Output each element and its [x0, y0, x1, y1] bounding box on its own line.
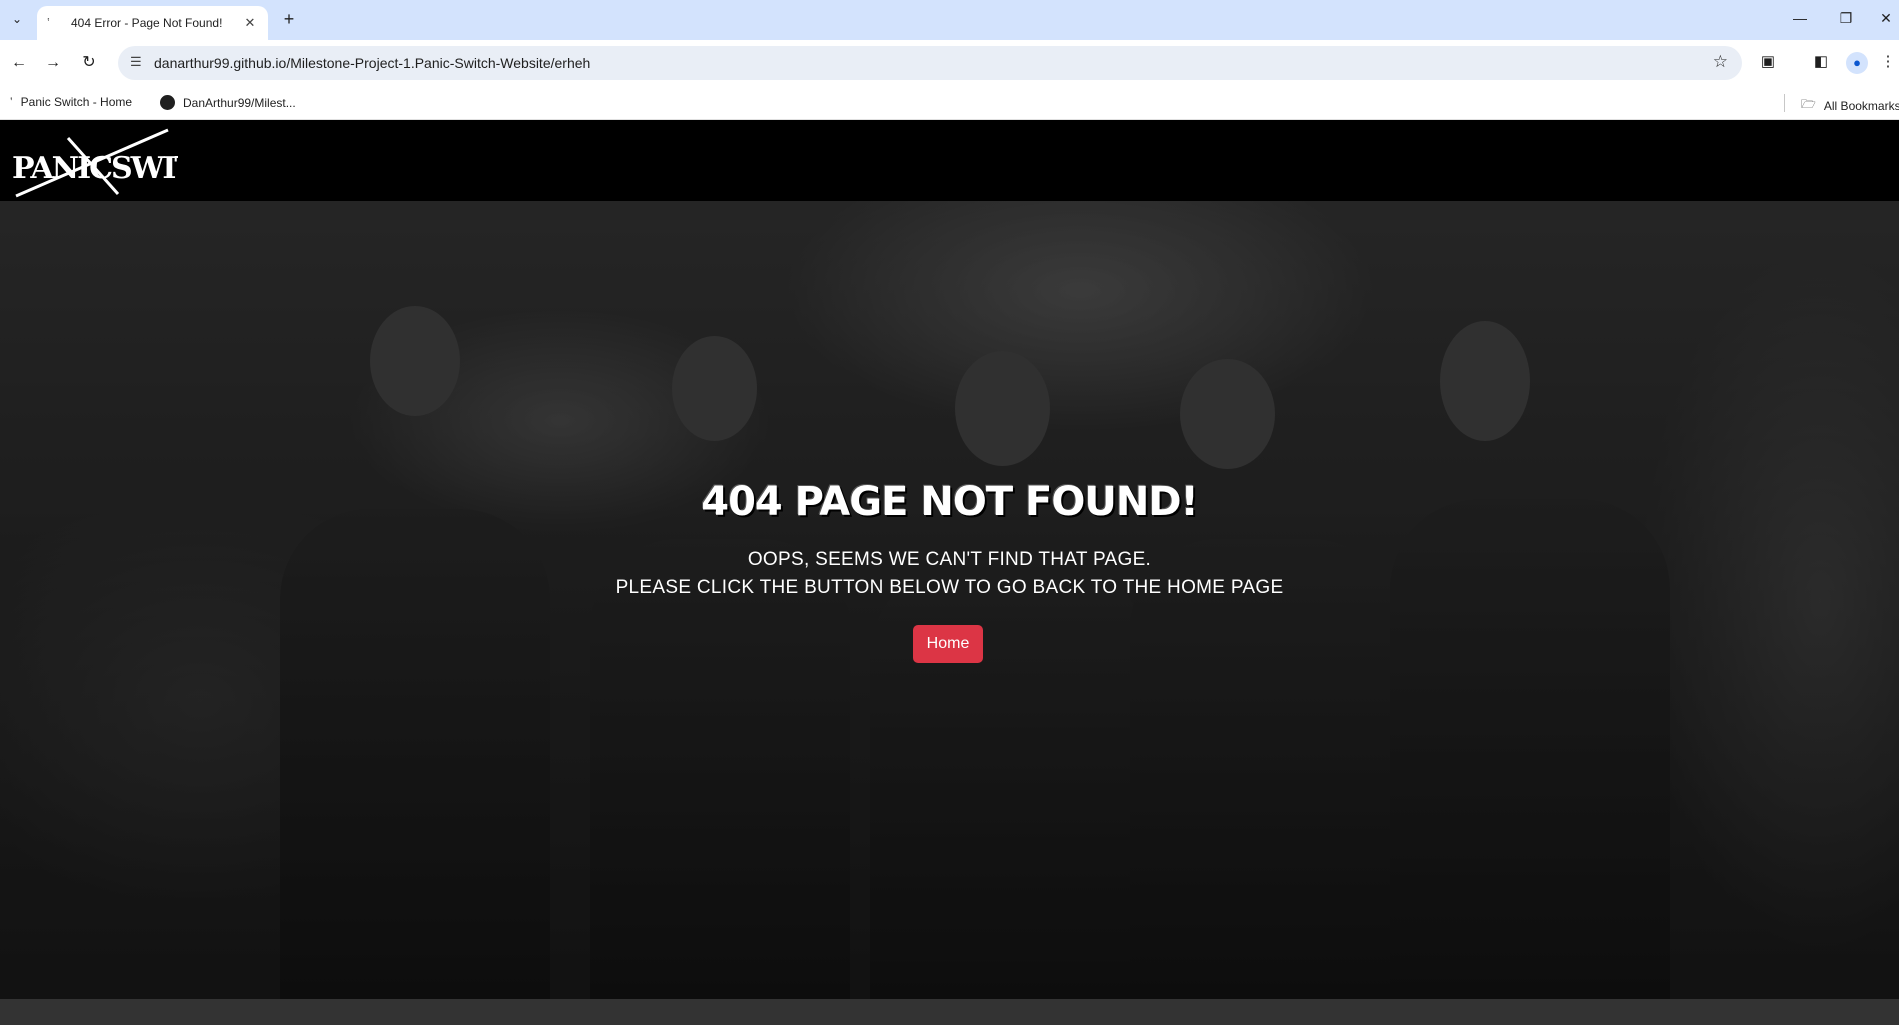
restore-icon[interactable]: ❐: [1836, 10, 1856, 27]
address-bar[interactable]: ☰ danarthur99.github.io/Milestone-Projec…: [118, 46, 1742, 80]
forward-icon[interactable]: →: [42, 52, 64, 74]
error-title: 404 PAGE NOT FOUND!: [701, 479, 1199, 525]
footer-strip: [0, 999, 1899, 1025]
profile-avatar-icon[interactable]: ●: [1846, 52, 1868, 74]
browser-tabstrip: ⌄ ‛ 404 Error - Page Not Found! ✕ + — ❐ …: [0, 0, 1899, 40]
browser-tab[interactable]: ‛ 404 Error - Page Not Found! ✕: [37, 6, 268, 40]
bookmarks-divider: [1784, 94, 1785, 112]
github-icon: [160, 95, 175, 110]
tab-title: 404 Error - Page Not Found!: [71, 16, 223, 30]
bookmark-panic-switch[interactable]: ‛ Panic Switch - Home: [10, 95, 132, 109]
minimize-icon[interactable]: —: [1790, 10, 1810, 26]
new-tab-icon[interactable]: +: [278, 8, 300, 30]
error-message-line-1: OOPS, SEEMS WE CAN'T FIND THAT PAGE.: [747, 549, 1152, 570]
url-text: danarthur99.github.io/Milestone-Project-…: [154, 55, 591, 71]
panic-switch-favicon-icon: ‛: [10, 95, 13, 109]
menu-kebab-icon[interactable]: ⋮: [1877, 52, 1899, 70]
reload-icon[interactable]: ↻: [78, 52, 100, 74]
logo-text: PANICSWITCH: [12, 151, 178, 186]
all-bookmarks[interactable]: 🗁 All Bookmarks: [1801, 95, 1899, 116]
hero-section: 404 PAGE NOT FOUND! OOPS, SEEMS WE CAN'T…: [0, 201, 1899, 999]
bookmark-label: Panic Switch - Home: [20, 95, 133, 109]
tab-favicon-icon: ‛: [47, 15, 50, 30]
back-icon[interactable]: ←: [8, 52, 30, 74]
tab-close-icon[interactable]: ✕: [242, 15, 258, 31]
extensions-icon[interactable]: ▣: [1757, 52, 1779, 70]
browser-toolbar: ← → ↻ ☰ danarthur99.github.io/Milestone-…: [0, 40, 1899, 86]
side-panel-icon[interactable]: ◧: [1810, 52, 1832, 70]
bookmark-label: DanArthur99/Milest...: [183, 95, 296, 110]
error-message-line-2: PLEASE CLICK THE BUTTON BELOW TO GO BACK…: [615, 577, 1284, 598]
hero-overlay: 404 PAGE NOT FOUND! OOPS, SEEMS WE CAN'T…: [0, 201, 1899, 999]
bookmark-star-icon[interactable]: ☆: [1713, 52, 1728, 72]
site-header: PANICSWITCH: [0, 120, 1899, 201]
bookmark-github[interactable]: DanArthur99/Milest...: [160, 95, 296, 110]
close-window-icon[interactable]: ✕: [1876, 10, 1896, 27]
folder-icon: 🗁: [1801, 97, 1816, 111]
tab-search-icon[interactable]: ⌄: [6, 8, 28, 30]
web-page: PANICSWITCH 404 PAGE NOT FOUND! OOPS, SE…: [0, 120, 1899, 1025]
panic-switch-logo[interactable]: PANICSWITCH: [8, 128, 178, 198]
all-bookmarks-label: All Bookmarks: [1823, 98, 1899, 113]
bookmarks-bar: ‛ Panic Switch - Home DanArthur99/Milest…: [0, 86, 1899, 120]
site-info-icon[interactable]: ☰: [130, 54, 142, 70]
home-button[interactable]: Home: [913, 625, 983, 663]
